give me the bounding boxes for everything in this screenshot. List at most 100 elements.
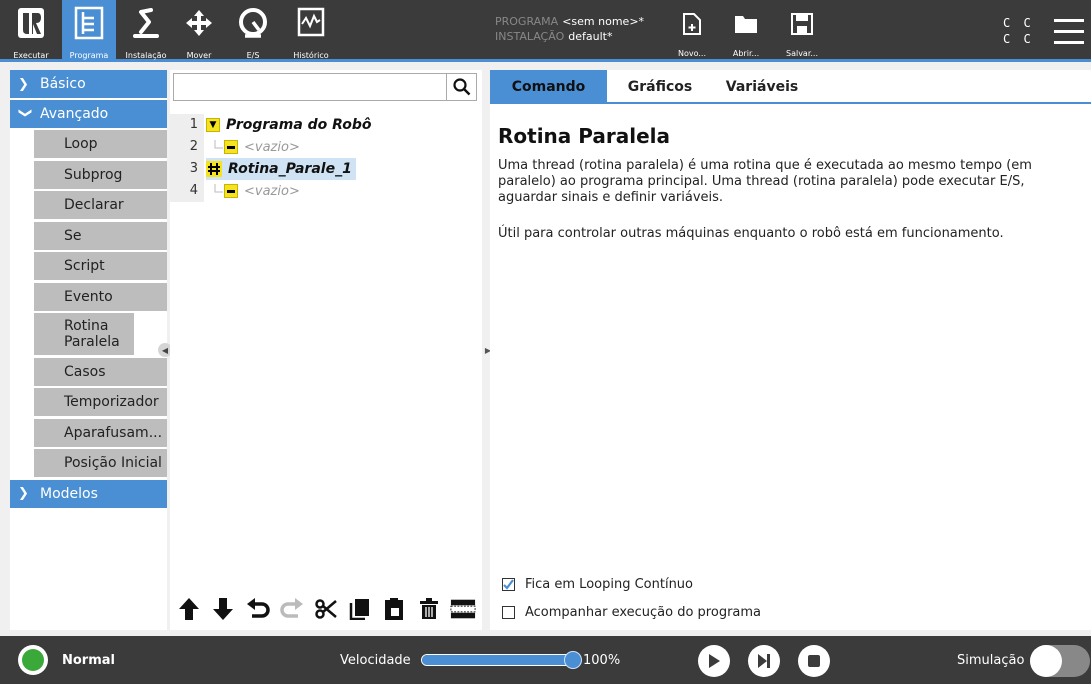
sidebar-item-aparafusamento[interactable]: Aparafusam... (34, 418, 167, 447)
loop-forever-label: Fica em Looping Contínuo (525, 577, 694, 592)
folder-icon (735, 16, 757, 33)
follow-execution-label: Acompanhar execução do programa (525, 605, 762, 620)
paste-icon[interactable] (381, 596, 407, 622)
nav-programa-label: Programa (69, 51, 109, 60)
redo-icon[interactable] (279, 596, 305, 622)
simulation-label: Simulação (957, 653, 1025, 668)
tree-node-label: Rotina_Parale_1 (228, 161, 352, 177)
sidebar-modelos[interactable]: ❯ Modelos (10, 479, 167, 508)
tab-bar: Comando Gráficos Variáveis (490, 70, 1091, 104)
undo-icon[interactable] (245, 596, 271, 622)
open-button[interactable]: Abrir... (726, 12, 766, 58)
program-tree-panel: 1 2 3 4 ▼ Programa do Robô <vazio> Rotin… (170, 70, 482, 630)
thread-icon (206, 161, 222, 177)
tree-line-number: 1 (170, 114, 204, 136)
nav-executar[interactable]: Executar (4, 6, 58, 62)
nav-executar-label: Executar (13, 51, 49, 60)
step-icon (758, 654, 770, 668)
sidebar-item-rotina-paralela[interactable]: Rotina Paralela (34, 313, 134, 355)
sidebar-item-se[interactable]: Se (34, 221, 167, 250)
nav-instalacao[interactable]: Instalação (118, 6, 174, 62)
new-button[interactable]: Novo... (672, 12, 712, 58)
delete-icon[interactable] (416, 596, 442, 622)
follow-execution-checkbox[interactable]: Acompanhar execução do programa (502, 605, 761, 620)
search-input[interactable] (173, 73, 477, 101)
io-gauge-icon (239, 8, 267, 38)
sidebar-modelos-label: Modelos (40, 485, 98, 502)
loop-forever-checkbox[interactable]: Fica em Looping Contínuo (502, 577, 693, 592)
robot-status-icon[interactable] (18, 645, 48, 675)
sidebar-item-temporizador[interactable]: Temporizador (34, 388, 167, 416)
tree-node-label: <vazio> (244, 183, 300, 199)
nav-mover[interactable]: Mover (176, 6, 222, 62)
installation-arm-icon (133, 8, 159, 38)
chevron-right-icon: ❯ (18, 486, 29, 501)
hamburger-menu-icon[interactable] (1054, 19, 1084, 52)
search-icon[interactable] (446, 74, 476, 100)
tree-node-label: Programa do Robô (226, 117, 372, 133)
tree-node-empty[interactable]: <vazio> (214, 136, 300, 158)
speed-slider-handle[interactable] (564, 651, 582, 669)
sidebar-item-casos[interactable]: Casos (34, 357, 167, 386)
tree-node-program[interactable]: ▼ Programa do Robô (206, 114, 372, 136)
move-arrows-icon (186, 10, 212, 36)
speed-label: Velocidade (340, 653, 411, 668)
sidebar-item-posicao-inicial[interactable]: Posição Inicial (34, 449, 167, 477)
description-text: Uma thread (rotina paralela) é uma rotin… (498, 158, 1032, 205)
step-button[interactable] (748, 645, 780, 677)
stop-button[interactable] (798, 645, 830, 677)
copy-icon[interactable] (347, 596, 373, 622)
checkbox-checked-icon[interactable] (502, 578, 515, 591)
new-button-label: Novo... (678, 49, 706, 58)
simulation-toggle[interactable] (1030, 645, 1090, 677)
move-down-icon[interactable] (210, 596, 236, 622)
tree-node-thread[interactable]: Rotina_Parale_1 (206, 158, 356, 180)
program-node-sidebar: ❯ Básico ❯ Avançado Loop Subprog Declara… (10, 70, 167, 630)
tab-comando[interactable]: Comando (490, 70, 607, 104)
program-tree-icon (74, 6, 104, 40)
log-waveform-icon (297, 7, 325, 37)
collapse-triangle-icon[interactable]: ▼ (206, 118, 220, 132)
new-file-icon (683, 13, 701, 35)
nav-es[interactable]: E/S (228, 6, 278, 62)
nav-programa[interactable]: Programa (62, 0, 116, 62)
empty-node-icon (224, 140, 238, 154)
tab-graficos[interactable]: Gráficos (607, 70, 713, 104)
sidebar-item-script[interactable]: Script (34, 252, 167, 280)
sidebar-item-subprog[interactable]: Subprog (34, 160, 167, 189)
installation-label: INSTALAÇÃO (495, 30, 565, 43)
move-up-icon[interactable] (176, 596, 202, 622)
bottom-bar: Normal Velocidade 100% Simulação (0, 636, 1091, 684)
sidebar-item-evento[interactable]: Evento (34, 282, 167, 311)
play-icon (709, 654, 720, 668)
sidebar-avancado[interactable]: ❯ Avançado (10, 100, 167, 128)
sidebar-item-loop[interactable]: Loop (34, 130, 167, 158)
sidebar-basico[interactable]: ❯ Básico (10, 70, 167, 98)
nav-historico-label: Histórico (293, 51, 329, 60)
tree-node-empty[interactable]: <vazio> (214, 180, 300, 202)
tree-line-number: 3 (170, 158, 204, 180)
empty-node-icon (224, 184, 238, 198)
suppress-icon[interactable] (450, 596, 476, 622)
save-button[interactable]: Salvar... (782, 12, 822, 58)
nav-es-label: E/S (246, 51, 260, 60)
save-button-label: Salvar... (785, 49, 819, 58)
description-usage-text: Útil para controlar outras máquinas enqu… (498, 226, 1004, 241)
cut-icon[interactable] (313, 596, 339, 622)
polyscope-screen: Executar Programa Instalação Mover E/S H… (0, 0, 1091, 684)
nav-mover-label: Mover (186, 51, 212, 60)
nav-historico[interactable]: Histórico (284, 6, 338, 62)
play-button[interactable] (698, 645, 730, 677)
checkbox-unchecked-icon[interactable] (502, 606, 515, 619)
tab-variaveis[interactable]: Variáveis (713, 70, 811, 104)
page-title: Rotina Paralela (498, 124, 671, 148)
speed-slider[interactable] (421, 654, 573, 666)
nav-instalacao-label: Instalação (125, 51, 167, 60)
sidebar-item-declarar[interactable]: Declarar (34, 191, 167, 219)
speed-value: 100% (583, 653, 621, 668)
toggle-knob (1030, 645, 1062, 677)
open-button-label: Abrir... (732, 49, 760, 58)
chevron-down-icon: ❯ (17, 107, 33, 118)
chevron-right-icon: ❯ (18, 76, 29, 92)
tree-connector-icon (214, 140, 223, 149)
